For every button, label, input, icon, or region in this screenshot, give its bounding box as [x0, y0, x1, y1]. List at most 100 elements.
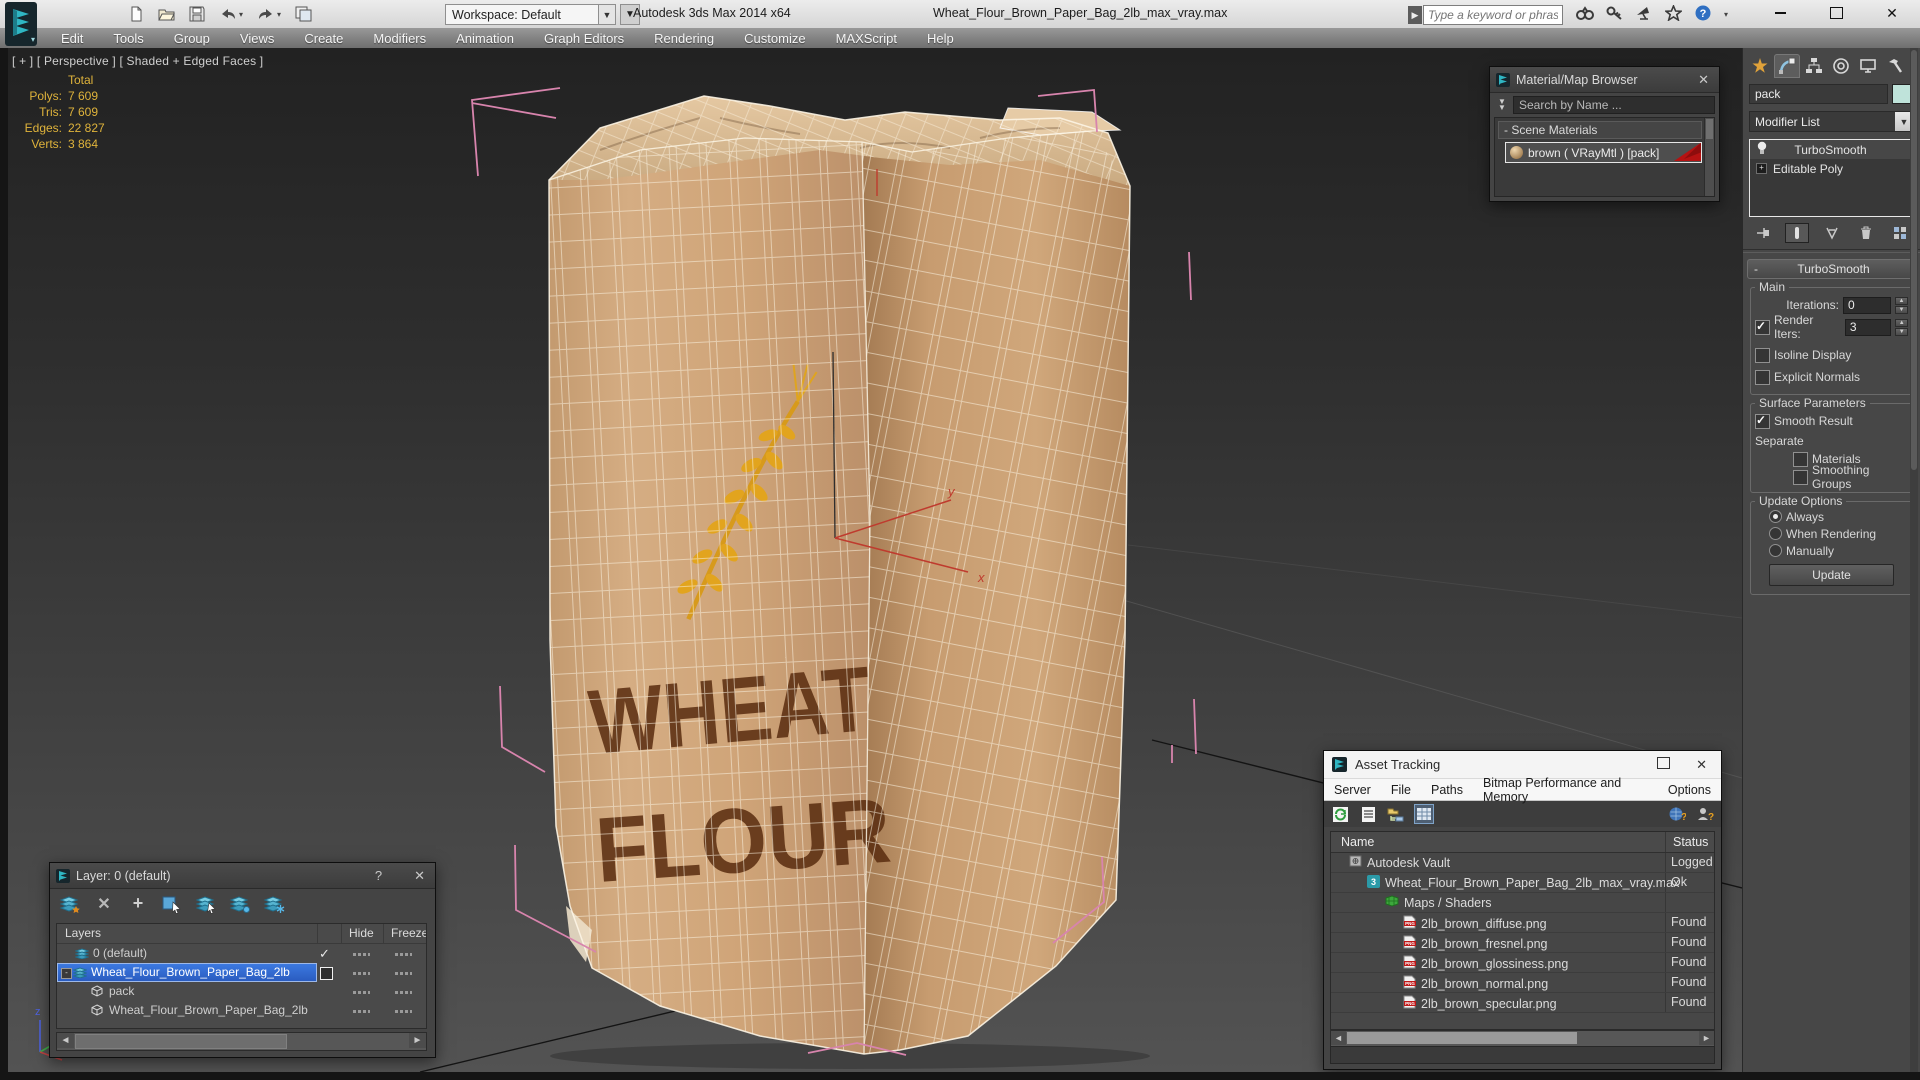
expand-icon[interactable]: -: [61, 968, 72, 979]
make-unique-button[interactable]: [1820, 223, 1844, 243]
display-tab-icon[interactable]: [1855, 54, 1881, 78]
panel-scrollbar[interactable]: [1910, 48, 1918, 1072]
material-item-brown[interactable]: brown ( VRayMtl ) [pack]: [1505, 142, 1702, 163]
flour-bag-model[interactable]: WHEAT FLOUR: [548, 95, 1131, 1055]
create-new-layer-button[interactable]: [58, 893, 82, 915]
layer-row-0-default-[interactable]: 0 (default) ✓: [57, 944, 426, 963]
asset-menu-options[interactable]: Options: [1668, 783, 1711, 797]
search-communities-icon[interactable]: [1576, 5, 1594, 24]
refresh-icon[interactable]: [1330, 804, 1350, 824]
menu-group[interactable]: Group: [161, 31, 223, 46]
layer-row-pack[interactable]: pack: [57, 982, 426, 1001]
asset-row-autodesk-vault[interactable]: Autodesk VaultLogged O: [1331, 853, 1714, 873]
freeze-toggle[interactable]: [395, 1010, 412, 1013]
freeze-toggle[interactable]: [395, 991, 412, 994]
modifier-stack-item-editable-poly[interactable]: + Editable Poly: [1750, 159, 1913, 178]
lightbulb-icon[interactable]: [1756, 141, 1768, 158]
undo-dropdown-icon[interactable]: ▾: [239, 10, 243, 19]
asset-close-icon[interactable]: ✕: [1696, 757, 1707, 773]
asset-menu-file[interactable]: File: [1391, 783, 1411, 797]
favorites-star-icon[interactable]: [1663, 3, 1684, 24]
render-iters-checkbox[interactable]: [1754, 319, 1770, 335]
freeze-toggle[interactable]: [395, 953, 412, 956]
material-list-scrollbar[interactable]: [1704, 118, 1714, 196]
update-button[interactable]: Update: [1769, 564, 1894, 586]
radio-icon[interactable]: [1769, 544, 1782, 557]
layer-dialog-titlebar[interactable]: Layer: 0 (default) ? ✕: [50, 863, 435, 889]
maximize-button[interactable]: [1808, 0, 1864, 26]
update-mode-manually[interactable]: Manually: [1769, 542, 1908, 559]
vault-help-icon[interactable]: ?: [1695, 804, 1715, 824]
object-name-field[interactable]: pack: [1749, 84, 1888, 104]
asset-row-2lb-brown-fresnel-png[interactable]: PNG 2lb_brown_fresnel.png Found: [1331, 933, 1714, 953]
modifier-stack[interactable]: TurboSmooth + Editable Poly: [1749, 139, 1914, 217]
asset-table-header[interactable]: Name Status: [1331, 832, 1714, 853]
asset-row-2lb-brown-diffuse-png[interactable]: PNG 2lb_brown_diffuse.png Found: [1331, 913, 1714, 933]
asset-menu-bitmap-performance-and-memory[interactable]: Bitmap Performance and Memory: [1483, 776, 1648, 804]
current-layer-check-icon[interactable]: ✓: [319, 946, 330, 962]
menu-create[interactable]: Create: [291, 31, 356, 46]
utilities-tab-icon[interactable]: [1882, 54, 1908, 78]
minimize-button[interactable]: [1752, 0, 1808, 26]
asset-row-2lb-brown-specular-png[interactable]: PNG 2lb_brown_specular.png Found: [1331, 993, 1714, 1013]
freeze-toggle[interactable]: [395, 972, 412, 975]
select-objects-button[interactable]: [160, 893, 184, 915]
expand-icon[interactable]: +: [1756, 163, 1767, 174]
isoline-display-checkbox[interactable]: [1755, 347, 1770, 363]
iterations-spinner[interactable]: ▲ ▼: [1895, 296, 1908, 314]
asset-row-2lb-brown-normal-png[interactable]: PNG 2lb_brown_normal.png Found: [1331, 973, 1714, 993]
list-view-icon[interactable]: [1358, 804, 1378, 824]
hide-toggle[interactable]: [353, 972, 370, 975]
tree-view-icon[interactable]: [1386, 804, 1406, 824]
new-file-button[interactable]: [128, 6, 144, 22]
redo-button[interactable]: ▾: [257, 6, 281, 22]
help-search-input[interactable]: [1424, 6, 1562, 24]
select-layer-button[interactable]: [194, 893, 218, 915]
material-browser-close-icon[interactable]: ✕: [1694, 72, 1713, 88]
layer-help-icon[interactable]: ?: [371, 868, 386, 883]
menu-animation[interactable]: Animation: [443, 31, 527, 46]
configure-modifier-sets-button[interactable]: [1888, 223, 1912, 243]
help-dropdown-icon[interactable]: ▾: [1724, 10, 1728, 19]
asset-menu-server[interactable]: Server: [1334, 783, 1371, 797]
menu-graph-editors[interactable]: Graph Editors: [531, 31, 637, 46]
layer-row-wheat-flour-brown-paper-bag-2lb[interactable]: Wheat_Flour_Brown_Paper_Bag_2lb: [57, 1001, 426, 1020]
hide-toggle[interactable]: [353, 1010, 370, 1013]
menu-help[interactable]: Help: [914, 31, 967, 46]
application-menu-button[interactable]: ▾: [5, 2, 37, 46]
menu-customize[interactable]: Customize: [731, 31, 818, 46]
menu-tools[interactable]: Tools: [100, 31, 156, 46]
hierarchy-tab-icon[interactable]: [1801, 54, 1827, 78]
asset-maximize-icon[interactable]: [1657, 757, 1671, 772]
scene-materials-section[interactable]: - Scene Materials: [1498, 121, 1702, 139]
menu-rendering[interactable]: Rendering: [641, 31, 727, 46]
material-search-field[interactable]: Search by Name ...: [1513, 96, 1715, 114]
asset-row-2lb-brown-glossiness-png[interactable]: PNG 2lb_brown_glossiness.png Found: [1331, 953, 1714, 973]
asset-row-wheat-flour-brown-paper-bag-2lb-max-vray-max[interactable]: 3 Wheat_Flour_Brown_Paper_Bag_2lb_max_vra…: [1331, 873, 1714, 893]
update-mode-when-rendering[interactable]: When Rendering: [1769, 525, 1908, 542]
scroll-left-icon[interactable]: ◄: [1331, 1031, 1346, 1045]
smoothing-groups-checkbox[interactable]: [1793, 469, 1808, 485]
save-file-button[interactable]: [189, 6, 205, 22]
search-history-icon[interactable]: ▶: [1408, 6, 1422, 24]
render-iters-value[interactable]: 3: [1844, 318, 1892, 336]
modifier-list-dropdown[interactable]: Modifier List ▼: [1749, 111, 1914, 132]
material-browser-titlebar[interactable]: Material/Map Browser ✕: [1490, 67, 1719, 93]
menu-views[interactable]: Views: [227, 31, 287, 46]
workspace-combobox[interactable]: Workspace: Default: [445, 4, 609, 25]
browser-options-icon[interactable]: ▼ ▼: [1494, 98, 1510, 112]
modify-tab-icon[interactable]: [1774, 54, 1800, 78]
layer-close-icon[interactable]: ✕: [410, 868, 429, 884]
sign-in-key-icon[interactable]: [1606, 5, 1623, 24]
radio-icon[interactable]: [1769, 510, 1782, 523]
render-iters-spinner[interactable]: ▲ ▼: [1895, 318, 1908, 336]
menu-maxscript[interactable]: MAXScript: [823, 31, 910, 46]
add-to-layer-button[interactable]: +: [126, 893, 150, 915]
table-view-icon[interactable]: [1414, 804, 1434, 824]
scroll-thumb[interactable]: [75, 1034, 287, 1049]
layer-hscrollbar[interactable]: ◄ ►: [56, 1032, 427, 1051]
layer-checkbox[interactable]: [320, 967, 333, 980]
modifier-stack-item-turbosmooth[interactable]: TurboSmooth: [1750, 140, 1913, 159]
undo-button[interactable]: ▾: [219, 6, 243, 22]
hide-toggle[interactable]: [353, 953, 370, 956]
